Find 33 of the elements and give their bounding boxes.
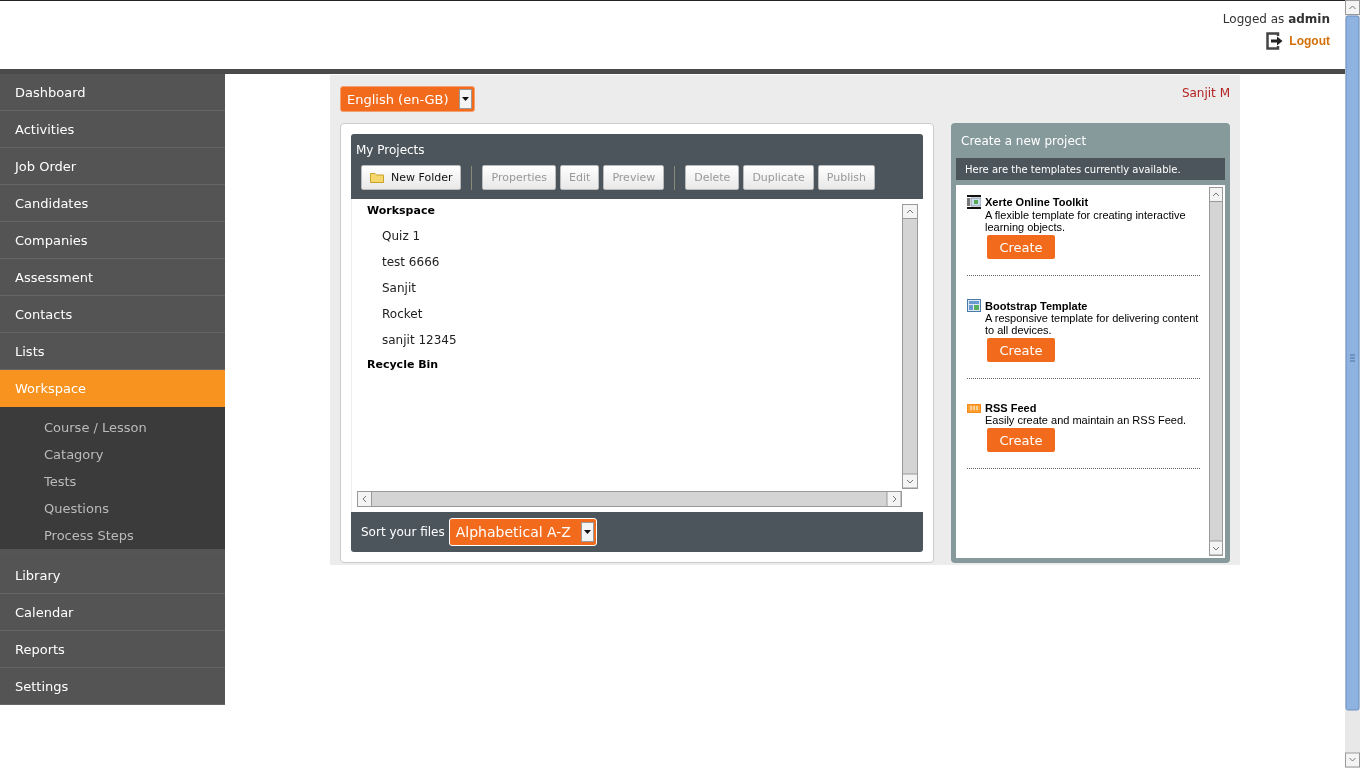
template-description: Easily create and maintain an RSS Feed. xyxy=(985,414,1187,426)
project-item[interactable]: Quiz 1 xyxy=(382,229,421,243)
template-description: A responsive template for delivering content to all devices. xyxy=(985,312,1200,336)
project-item[interactable]: Sanjit xyxy=(382,281,416,295)
vertical-scrollbar[interactable] xyxy=(1209,187,1223,556)
login-status: Logged as admin xyxy=(1222,12,1330,26)
toolbar-button[interactable]: New Folder xyxy=(361,165,462,190)
submenu-item[interactable]: Catagory xyxy=(0,441,225,468)
template-name: Bootstrap Template xyxy=(985,299,1088,312)
project-item[interactable]: sanjit 12345 xyxy=(382,333,457,347)
panel-subtitle: Here are the templates currently available. xyxy=(965,163,1181,175)
page-scrollbar[interactable] xyxy=(1345,0,1360,768)
project-item[interactable]: test 6666 xyxy=(382,255,440,269)
document-icon xyxy=(967,195,981,209)
panel-title: My Projects xyxy=(356,143,425,157)
vertical-scrollbar[interactable] xyxy=(902,204,918,489)
folder-label[interactable]: Workspace xyxy=(367,204,435,218)
submenu-item[interactable]: Course / Lesson xyxy=(0,414,225,441)
folder-label[interactable]: Recycle Bin xyxy=(367,358,439,372)
panel-title: Create a new project xyxy=(961,133,1087,148)
layout-icon xyxy=(967,299,981,312)
horizontal-scrollbar[interactable] xyxy=(357,491,902,507)
template-name: RSS Feed xyxy=(985,402,1037,414)
project-item[interactable]: Rocket xyxy=(382,307,423,321)
sort-label: Sort your files xyxy=(361,525,445,539)
submenu-item[interactable]: Process Steps xyxy=(0,522,225,549)
submenu-item[interactable]: Questions xyxy=(0,495,225,522)
template-name: Xerte Online Toolkit xyxy=(985,196,1089,208)
rss-icon xyxy=(967,403,981,413)
folder-icon xyxy=(370,172,384,183)
template-description: A flexible template for creating interactive learning objects. xyxy=(985,209,1187,233)
submenu-item[interactable]: Tests xyxy=(0,468,225,495)
user-name: Sanjit M xyxy=(1181,86,1230,100)
